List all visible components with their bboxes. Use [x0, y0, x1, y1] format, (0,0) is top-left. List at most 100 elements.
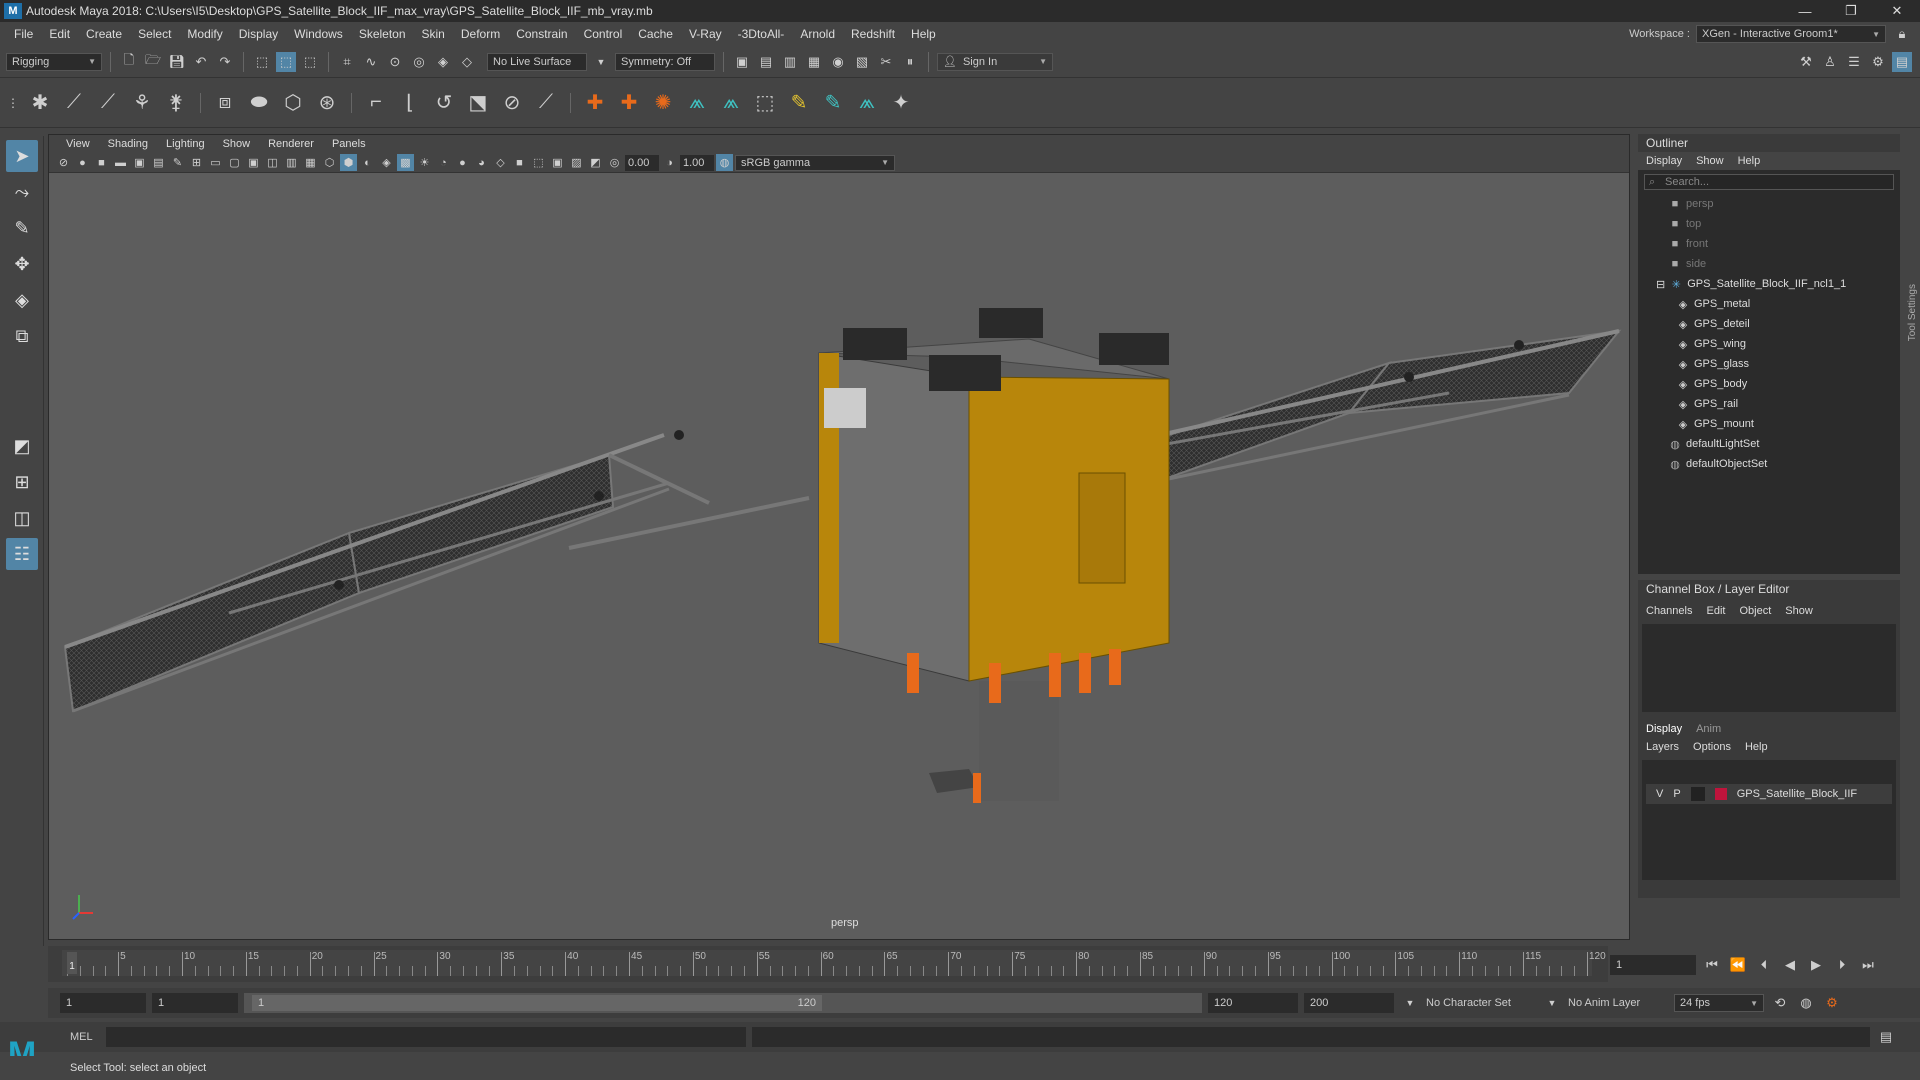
outliner-item[interactable]: ◈ GPS_body [1638, 374, 1900, 394]
smooth-shade-icon[interactable]: ⬢ [340, 154, 357, 171]
menu-arnold[interactable]: Arnold [792, 27, 843, 41]
image-plane-icon[interactable]: ▣ [131, 154, 148, 171]
playback-start-field[interactable]: 1 [152, 993, 238, 1013]
color-management-icon[interactable]: ◍ [716, 154, 733, 171]
menu-edit[interactable]: Edit [41, 27, 78, 41]
gamma-field[interactable]: 1.00 [680, 154, 714, 171]
constraint-parent-icon[interactable]: ⊘ [498, 89, 526, 117]
lock-icon[interactable]: 🔒︎ [1892, 24, 1912, 44]
paint-skin-icon[interactable]: ✎ [819, 89, 847, 117]
menu-3dtoall[interactable]: -3DtoAll- [730, 27, 793, 41]
sign-in-button[interactable]: 👤︎ Sign In ▼ [937, 52, 1053, 71]
outliner-menu-show[interactable]: Show [1696, 155, 1724, 167]
live-surface-field[interactable]: No Live Surface [487, 52, 587, 71]
gamma-icon[interactable]: ◑ [661, 154, 678, 171]
layer-playback-toggle[interactable]: P [1673, 788, 1680, 800]
human-ik-icon[interactable]: ♙ [1820, 52, 1840, 72]
lattice-icon[interactable]: ⧈ [211, 89, 239, 117]
outliner-item[interactable]: ◍ defaultLightSet [1638, 434, 1900, 454]
menu-file[interactable]: File [6, 27, 41, 41]
outliner-item[interactable]: ■ top [1638, 214, 1900, 234]
outliner-item[interactable]: ■ front [1638, 234, 1900, 254]
layer-row[interactable]: V P GPS_Satellite_Block_IIF [1646, 784, 1892, 804]
tool-settings-icon[interactable]: ⚙ [1868, 52, 1888, 72]
scale-tool-icon[interactable]: ⧉ [6, 320, 38, 352]
cb-menu-edit[interactable]: Edit [1706, 605, 1725, 617]
tools-icon[interactable]: ✂ [876, 52, 896, 72]
shadows-icon[interactable]: ◔ [435, 154, 452, 171]
wrap-icon[interactable]: ⊛ [313, 89, 341, 117]
script-editor-icon[interactable]: ▤ [1876, 1027, 1896, 1047]
2d-pan-icon[interactable]: ▤ [150, 154, 167, 171]
range-slider-handle[interactable]: 1 120 [252, 995, 822, 1011]
layer-color-swatch[interactable] [1714, 788, 1727, 800]
3d-scene[interactable] [49, 173, 1629, 939]
lasso-tool-icon[interactable]: ⤳ [6, 176, 38, 208]
pin-tool-icon[interactable]: ✦ [887, 89, 915, 117]
constraint-point-icon[interactable]: ⌐ [362, 89, 390, 117]
menu-redshift[interactable]: Redshift [843, 27, 903, 41]
outliner-item[interactable]: ◈ GPS_glass [1638, 354, 1900, 374]
playback-end-field[interactable]: 120 [1208, 993, 1298, 1013]
undo-icon[interactable]: ↶ [191, 52, 211, 72]
outliner-item[interactable]: ◈ GPS_deteil [1638, 314, 1900, 334]
open-scene-icon[interactable]: 🗁 [143, 52, 163, 72]
new-scene-icon[interactable]: 🗋 [119, 52, 139, 72]
layer-menu-layers[interactable]: Layers [1646, 741, 1679, 753]
bookmark-icon[interactable]: ■ [93, 154, 110, 171]
constraint-orient-icon[interactable]: ↺ [430, 89, 458, 117]
outliner-item[interactable]: ◈ GPS_wing [1638, 334, 1900, 354]
vp-menu-renderer[interactable]: Renderer [259, 138, 323, 150]
use-all-lights-icon[interactable]: ☀ [416, 154, 433, 171]
render-view-icon[interactable]: ▧ [852, 52, 872, 72]
menu-help[interactable]: Help [903, 27, 944, 41]
menu-constrain[interactable]: Constrain [508, 27, 575, 41]
four-view-layout-icon[interactable]: ⊞ [6, 466, 38, 498]
resolution-gate-icon[interactable]: ▢ [226, 154, 243, 171]
outliner-item[interactable]: ◍ defaultObjectSet [1638, 454, 1900, 474]
menu-select[interactable]: Select [130, 27, 179, 41]
layer-display-type[interactable] [1690, 787, 1705, 801]
snap-point-icon[interactable]: ⊙ [385, 52, 405, 72]
snap-surface-icon[interactable]: ◈ [433, 52, 453, 72]
preferences-icon[interactable]: ⚙ [1822, 993, 1842, 1013]
exposure-icon[interactable]: ◎ [606, 154, 623, 171]
step-back-frame-icon[interactable]: ⏴ [1754, 955, 1774, 975]
ik-handle-icon[interactable]: ⟋ [60, 89, 88, 117]
chevron-down-icon[interactable]: ▼ [591, 52, 611, 72]
outliner-item[interactable]: ■ persp [1638, 194, 1900, 214]
symmetry-field[interactable]: Symmetry: Off [615, 52, 715, 71]
menu-skeleton[interactable]: Skeleton [351, 27, 414, 41]
loop-icon[interactable]: ⟲ [1770, 993, 1790, 1013]
minimize-button[interactable]: — [1782, 4, 1828, 19]
outliner-menu-display[interactable]: Display [1646, 155, 1682, 167]
xray-icon[interactable]: ▣ [549, 154, 566, 171]
anim-end-field[interactable]: 200 [1304, 993, 1394, 1013]
step-forward-frame-icon[interactable]: ⏵ [1832, 955, 1852, 975]
two-view-layout-icon[interactable]: ◫ [6, 502, 38, 534]
safe-title-icon[interactable]: ▦ [302, 154, 319, 171]
character-icon[interactable]: ✺ [649, 89, 677, 117]
snap-grid-icon[interactable]: ⌗ [337, 52, 357, 72]
current-time-marker[interactable]: 1 [67, 952, 77, 974]
shelf-options-icon[interactable]: ⋮ [6, 89, 20, 117]
close-button[interactable]: ✕ [1874, 3, 1920, 19]
field-chart-icon[interactable]: ◫ [264, 154, 281, 171]
menu-display[interactable]: Display [231, 27, 286, 41]
time-slider-track[interactable]: 5 10 15 20 25 30 35 40 45 50 55 60 65 70 75 80 85 90 95 100… [62, 950, 1606, 976]
lock-camera-icon[interactable]: ● [74, 154, 91, 171]
bind-skin-icon[interactable]: ⚘ [128, 89, 156, 117]
menu-control[interactable]: Control [576, 27, 631, 41]
anim-layer-label[interactable]: No Anim Layer [1568, 997, 1668, 1009]
outliner-layout-icon[interactable]: ☷ [6, 538, 38, 570]
vp-menu-show[interactable]: Show [214, 138, 260, 150]
outliner-search-input[interactable]: ⌕ Search... [1644, 174, 1894, 190]
motion-blur-icon[interactable]: ◕ [473, 154, 490, 171]
view-transform-dropdown[interactable]: sRGB gamma ▼ [735, 154, 895, 171]
xray-components-icon[interactable]: ◩ [587, 154, 604, 171]
camera-attributes-icon[interactable]: ▬ [112, 154, 129, 171]
joint-tool-icon[interactable]: ✱ [26, 89, 54, 117]
anim-start-field[interactable]: 1 [60, 993, 146, 1013]
redo-icon[interactable]: ↷ [215, 52, 235, 72]
control-rig-icon[interactable]: ⩕ [717, 89, 745, 117]
